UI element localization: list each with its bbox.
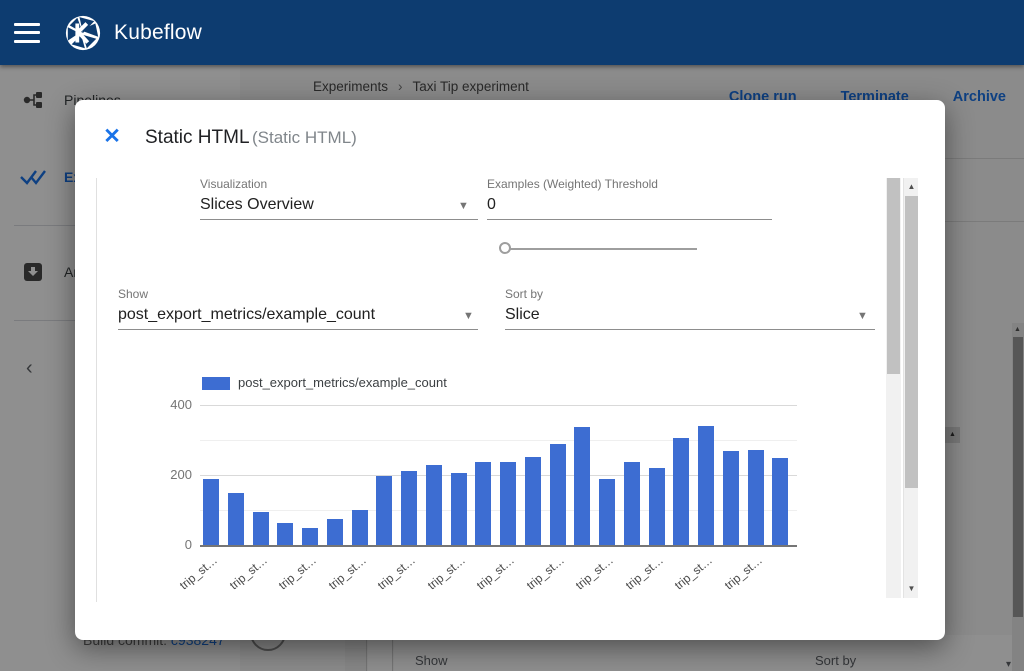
sort-by-select[interactable]: Slice (505, 306, 540, 324)
static-html-dialog: ✕ Static HTML (Static HTML) Visualizatio… (75, 100, 945, 640)
dialog-title: Static HTML (145, 127, 250, 149)
x-axis-tick: trip_st… (164, 553, 220, 604)
bar (772, 458, 788, 546)
show-caret-icon[interactable]: ▼ (463, 310, 474, 322)
legend-swatch (202, 377, 230, 390)
kubeflow-logo-icon (64, 14, 102, 52)
x-axis-tick: trip_st… (411, 553, 467, 604)
bar (525, 457, 541, 545)
bar (352, 510, 368, 545)
bar (574, 427, 590, 545)
bar (426, 465, 442, 545)
x-axis-tick: trip_st… (609, 553, 665, 604)
bar (624, 462, 640, 545)
x-axis-tick: trip_st… (362, 553, 418, 604)
chart-plot: 0200400trip_st…trip_st…trip_st…trip_st…t… (200, 395, 797, 555)
x-axis-tick: trip_st… (312, 553, 368, 604)
bar (599, 479, 615, 545)
sort-by-caret-icon[interactable]: ▼ (857, 310, 868, 322)
sort-by-label: Sort by (505, 287, 543, 301)
x-axis-tick: trip_st… (659, 553, 715, 604)
bar (500, 462, 516, 545)
bar (451, 473, 467, 545)
visualization-caret-icon[interactable]: ▼ (458, 200, 469, 212)
bar (302, 528, 318, 546)
bar (723, 451, 739, 546)
x-axis-tick: trip_st… (461, 553, 517, 604)
y-axis-tick: 200 (152, 467, 192, 482)
bar (401, 471, 417, 545)
show-label: Show (118, 287, 148, 301)
sort-by-underline (505, 329, 875, 330)
bar (748, 450, 764, 545)
hamburger-menu-icon[interactable] (14, 23, 40, 43)
legend-label: post_export_metrics/example_count (238, 375, 447, 390)
x-axis-tick: trip_st… (560, 553, 616, 604)
x-axis-tick: trip_st… (213, 553, 269, 604)
content-left-border (96, 178, 97, 602)
inner-scrollbar-thumb[interactable] (887, 178, 900, 374)
y-axis-tick: 400 (152, 397, 192, 412)
visualization-select[interactable]: Slices Overview (200, 196, 314, 214)
threshold-underline (487, 219, 772, 220)
x-axis-tick: trip_st… (263, 553, 319, 604)
bar (649, 468, 665, 545)
scroll-up-icon[interactable]: ▲ (904, 182, 919, 191)
bar (327, 519, 343, 545)
bar (376, 476, 392, 545)
app-bar: Kubeflow (0, 0, 1024, 65)
bar (698, 426, 714, 545)
bar (253, 512, 269, 545)
scroll-down-icon[interactable]: ▼ (904, 584, 919, 593)
major-gridline (200, 405, 797, 406)
show-underline (118, 329, 478, 330)
dialog-subtitle: (Static HTML) (252, 128, 357, 148)
threshold-label: Examples (Weighted) Threshold (487, 177, 658, 191)
threshold-input[interactable]: 0 (487, 196, 496, 214)
y-axis-tick: 0 (152, 537, 192, 552)
threshold-slider-track[interactable] (503, 248, 697, 250)
x-axis-line (200, 545, 797, 547)
outer-scrollbar[interactable]: ▲ ▼ (903, 178, 918, 598)
close-icon[interactable]: ✕ (101, 126, 123, 148)
brand-title: Kubeflow (114, 21, 202, 45)
visualization-underline (200, 219, 478, 220)
inner-scrollbar[interactable] (886, 178, 901, 598)
x-axis-tick: trip_st… (708, 553, 764, 604)
bar (550, 444, 566, 546)
bar (228, 493, 244, 545)
x-axis-tick: trip_st… (510, 553, 566, 604)
bar (475, 462, 491, 545)
show-select[interactable]: post_export_metrics/example_count (118, 306, 375, 324)
bar (277, 523, 293, 545)
bar (203, 479, 219, 546)
threshold-slider-handle[interactable] (499, 242, 511, 254)
outer-scrollbar-thumb[interactable] (905, 196, 918, 488)
visualization-label: Visualization (200, 177, 267, 191)
bar (673, 438, 689, 545)
